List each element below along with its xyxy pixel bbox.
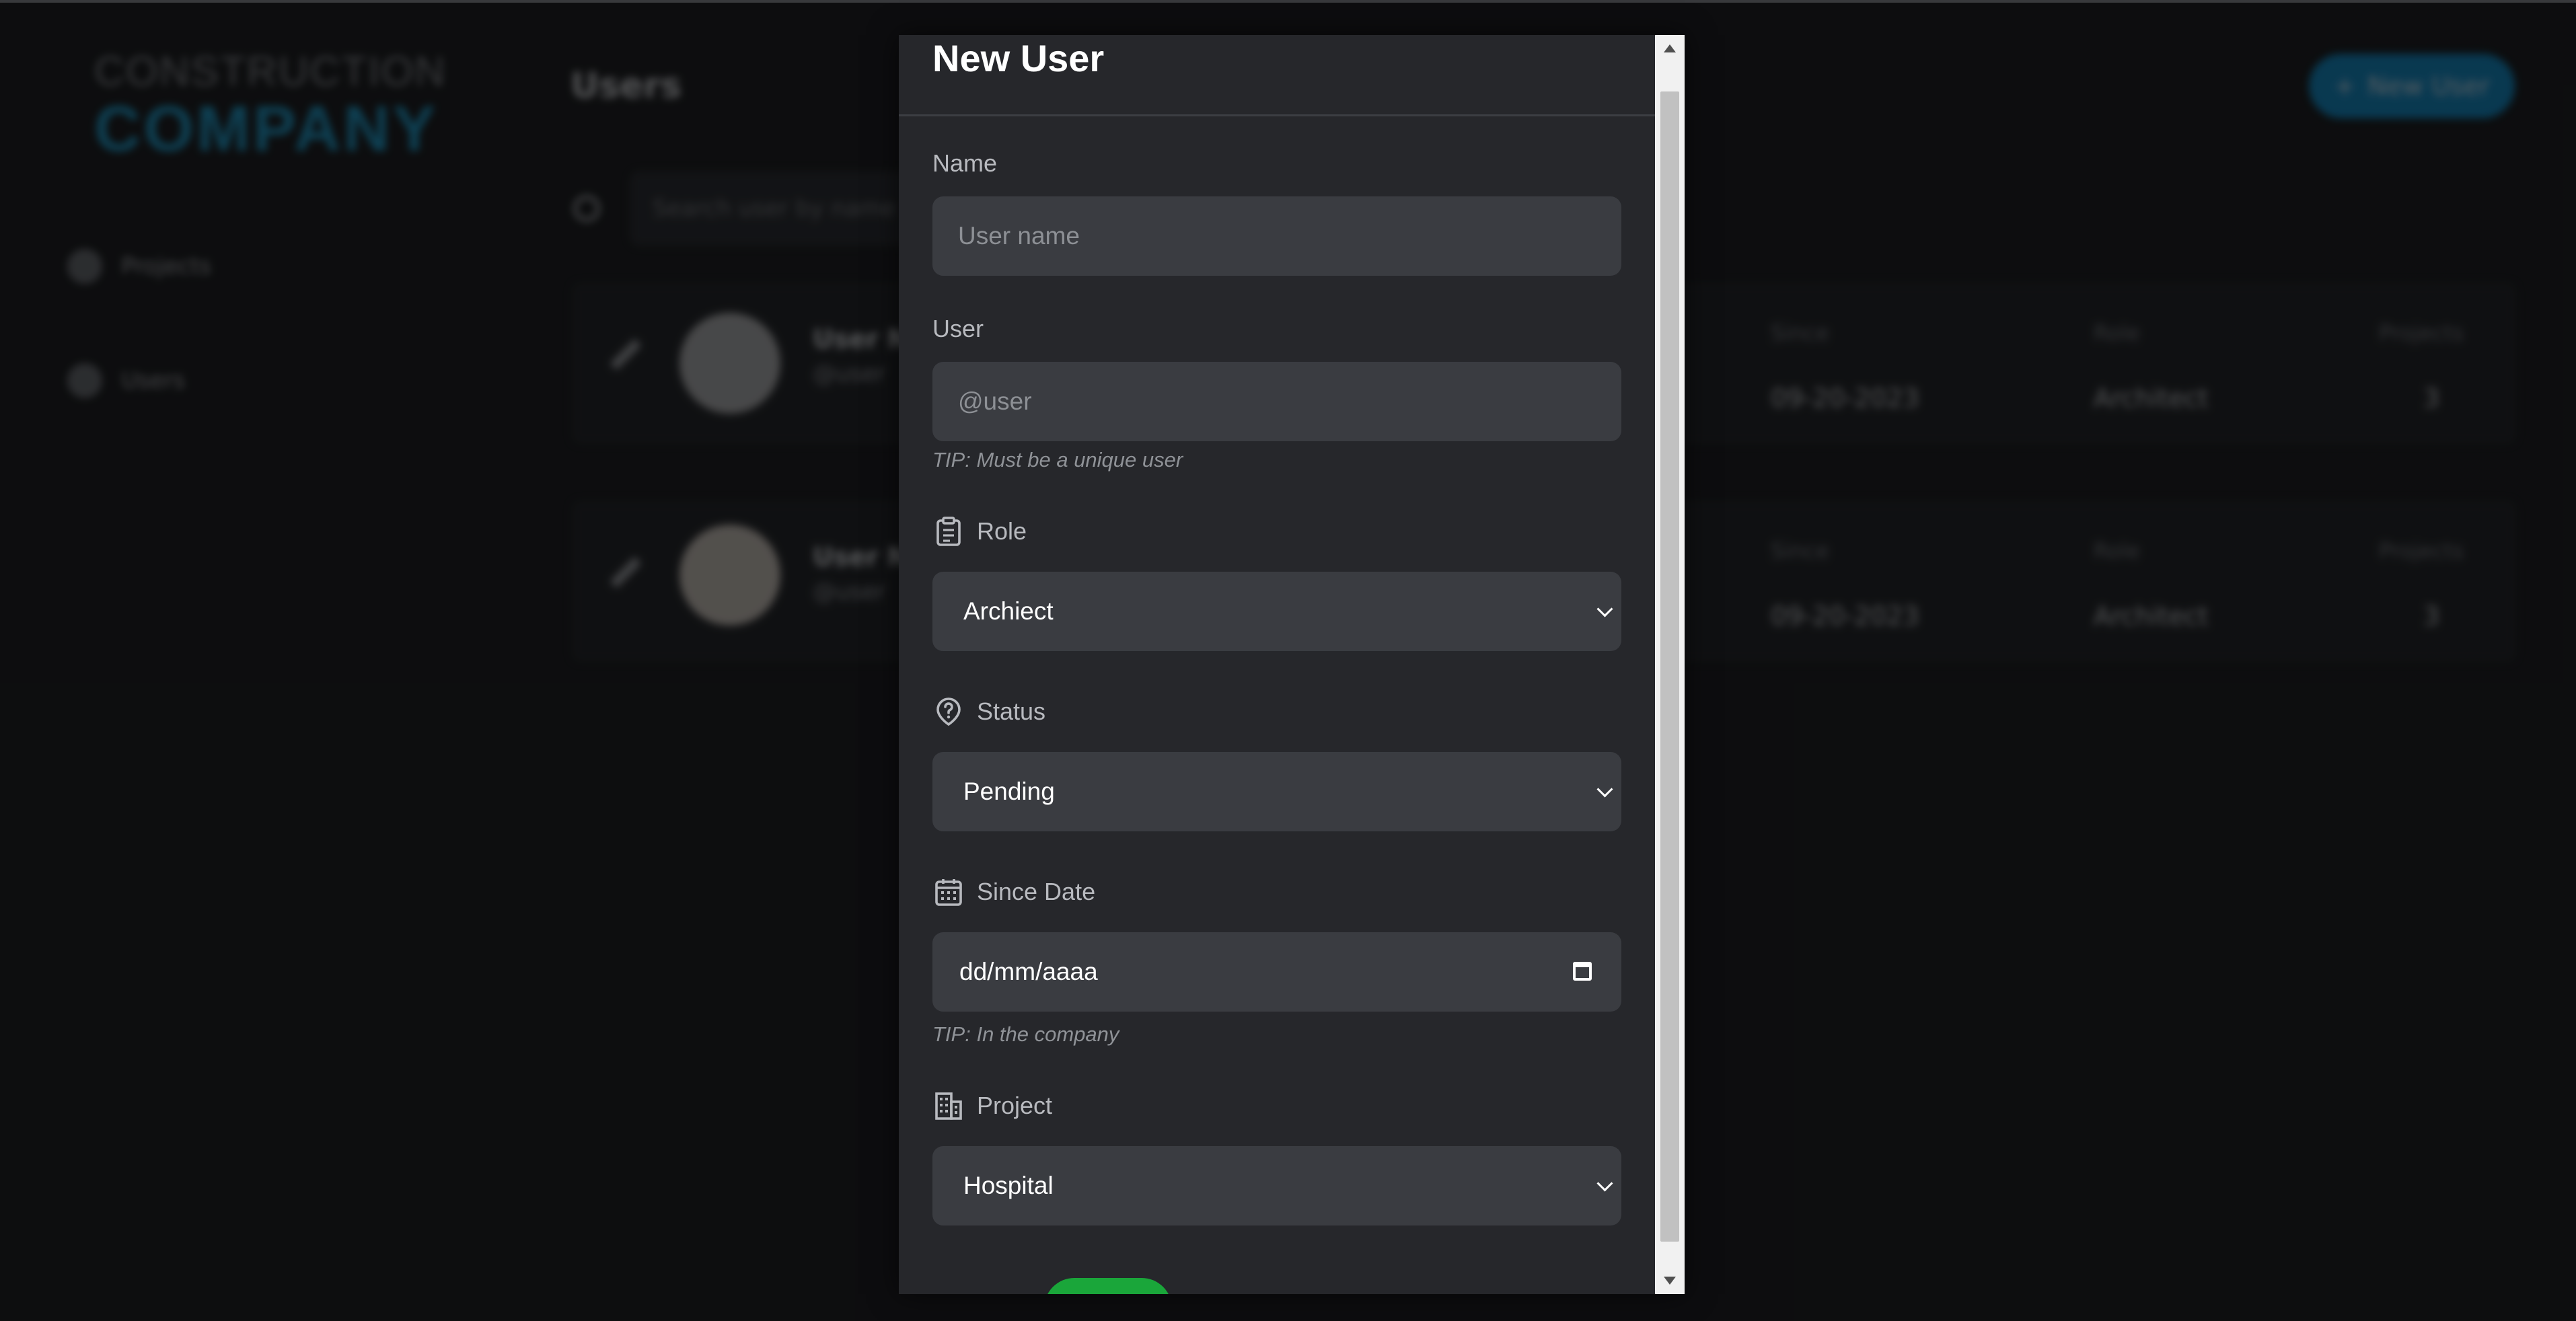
scroll-up-arrow-icon[interactable] (1664, 44, 1676, 52)
question-pin-icon (936, 697, 961, 726)
modal-header: New User (899, 35, 1655, 116)
status-select-value: Pending (963, 778, 1055, 805)
role-label-row: Role (932, 515, 1027, 548)
user-input[interactable] (932, 361, 1621, 442)
name-label: Name (932, 149, 998, 177)
role-select-value: Archiect (963, 597, 1054, 625)
since-date-label: Since Date (977, 878, 1096, 905)
user-label: User (932, 315, 984, 342)
chevron-down-icon (1596, 601, 1613, 617)
name-field[interactable] (932, 196, 1621, 276)
scrollbar-thumb[interactable] (1660, 91, 1679, 1242)
date-picker-icon[interactable] (1573, 962, 1592, 981)
new-user-modal: New User Name User TIP: Must be a unique… (899, 35, 1685, 1294)
status-label-row: Status (932, 695, 1045, 728)
clipboard-icon (936, 517, 961, 546)
status-select[interactable]: Pending (932, 752, 1621, 831)
chevron-down-icon (1596, 781, 1613, 798)
modal-title: New User (932, 37, 1105, 79)
user-tip: TIP: Must be a unique user (932, 448, 1183, 471)
project-label: Project (977, 1092, 1053, 1119)
since-date-input[interactable]: dd/mm/aaaa (932, 932, 1621, 1012)
project-select[interactable]: Hospital (932, 1146, 1621, 1225)
modal-scrollbar[interactable] (1655, 35, 1685, 1294)
role-select[interactable]: Archiect (932, 572, 1621, 651)
save-button[interactable] (1044, 1278, 1172, 1294)
name-input[interactable] (932, 196, 1621, 276)
since-date-label-row: Since Date (932, 876, 1095, 908)
project-select-value: Hospital (963, 1172, 1054, 1199)
since-date-value: dd/mm/aaaa (959, 958, 1098, 985)
user-field[interactable] (932, 361, 1621, 442)
chevron-down-icon (1596, 1175, 1613, 1192)
scroll-down-arrow-icon[interactable] (1664, 1277, 1676, 1285)
buildings-icon (935, 1092, 962, 1120)
role-label: Role (977, 517, 1027, 545)
calendar-icon (935, 879, 962, 906)
status-label: Status (977, 697, 1046, 725)
project-label-row: Project (932, 1090, 1052, 1122)
since-date-tip: TIP: In the company (932, 1022, 1119, 1046)
